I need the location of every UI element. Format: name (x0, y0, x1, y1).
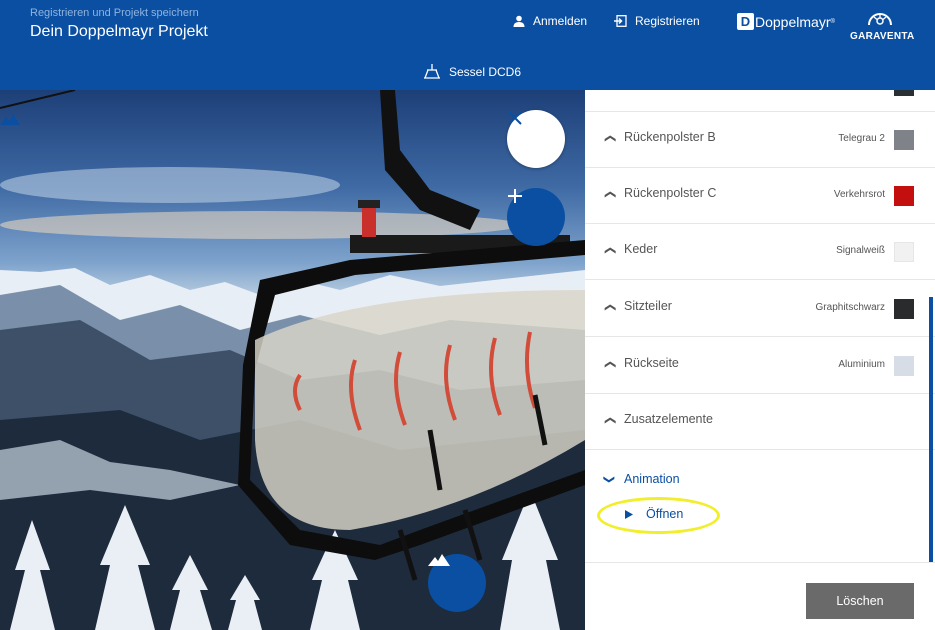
chevron-up-icon: ❯ (604, 189, 617, 200)
garaventa-wordmark: GARAVENTA (850, 31, 915, 42)
doppelmayr-logo: D Doppelmayr ® (737, 13, 835, 30)
option-label: Sitzteiler (624, 299, 672, 313)
option-value: Signalweiß (836, 245, 885, 256)
scrollbar[interactable] (929, 297, 933, 562)
color-swatch (894, 90, 914, 96)
scene-illustration (0, 90, 585, 630)
option-row[interactable]: ❯ Rückenpolster C Verkehrsrot (585, 168, 935, 224)
color-swatch[interactable] (894, 299, 914, 319)
chevron-up-icon: ❯ (604, 133, 617, 144)
option-row[interactable]: ❯ Sitzteiler Graphitschwarz (585, 281, 935, 337)
scene-button[interactable] (428, 554, 486, 612)
add-button[interactable] (507, 188, 565, 246)
option-value: Telegrau 2 (838, 133, 885, 144)
chairlift-icon (424, 64, 440, 79)
close-button[interactable] (507, 110, 565, 168)
mountain-icon (428, 554, 450, 566)
plus-icon (508, 189, 522, 203)
product-selector[interactable]: Sessel DCD6 (422, 64, 521, 80)
option-value: Aluminium (838, 359, 885, 370)
product-label: Sessel DCD6 (449, 65, 522, 79)
chevron-up-icon: ❯ (604, 245, 617, 256)
user-icon (513, 15, 525, 27)
doppelmayr-wordmark: Doppelmayr (755, 13, 831, 30)
color-swatch[interactable] (894, 242, 914, 262)
color-swatch[interactable] (894, 130, 914, 150)
mountain-icon[interactable] (0, 114, 20, 125)
header-subtitle[interactable]: Registrieren und Projekt speichern (30, 7, 199, 19)
delete-button[interactable]: Löschen (806, 583, 914, 619)
register-label: Registrieren (635, 14, 700, 28)
option-row[interactable]: ❯ Zusatzelemente (585, 394, 935, 450)
sign-in-icon (614, 15, 627, 27)
option-value: Verkehrsrot (833, 189, 885, 200)
option-label: Rückenpolster C (624, 186, 717, 200)
garaventa-emblem-icon (868, 13, 892, 26)
chevron-up-icon: ❯ (604, 359, 617, 370)
color-swatch[interactable] (894, 186, 914, 206)
option-row[interactable]: ❯ Keder Signalweiß (585, 224, 935, 280)
option-row[interactable]: ❯ Rückseite Aluminium (585, 338, 935, 394)
option-label: Zusatzelemente (624, 412, 713, 426)
animation-toggle[interactable]: Animation (624, 472, 680, 486)
option-label: Keder (624, 242, 658, 256)
chairlift-3d-view[interactable] (0, 90, 585, 630)
chevron-down-icon[interactable]: ❯ (603, 475, 616, 484)
close-icon (508, 111, 522, 125)
app-header: Registrieren und Projekt speichern Dein … (0, 0, 935, 90)
option-value: Graphitschwarz (815, 302, 885, 313)
login-button[interactable]: Anmelden (513, 14, 587, 28)
login-label: Anmelden (533, 14, 588, 28)
color-swatch[interactable] (894, 356, 914, 376)
chevron-up-icon: ❯ (604, 302, 617, 313)
option-label: Rückseite (624, 356, 679, 370)
option-label: Rückenpolster B (624, 130, 716, 144)
chevron-up-icon: ❯ (604, 415, 617, 426)
garaventa-logo: GARAVENTA (850, 12, 915, 42)
project-title: Dein Doppelmayr Projekt (30, 23, 208, 40)
highlight-annotation (597, 497, 720, 534)
register-button[interactable]: Registrieren (614, 14, 700, 28)
option-row[interactable]: ❯ Rückenpolster B Telegrau 2 (585, 112, 935, 168)
